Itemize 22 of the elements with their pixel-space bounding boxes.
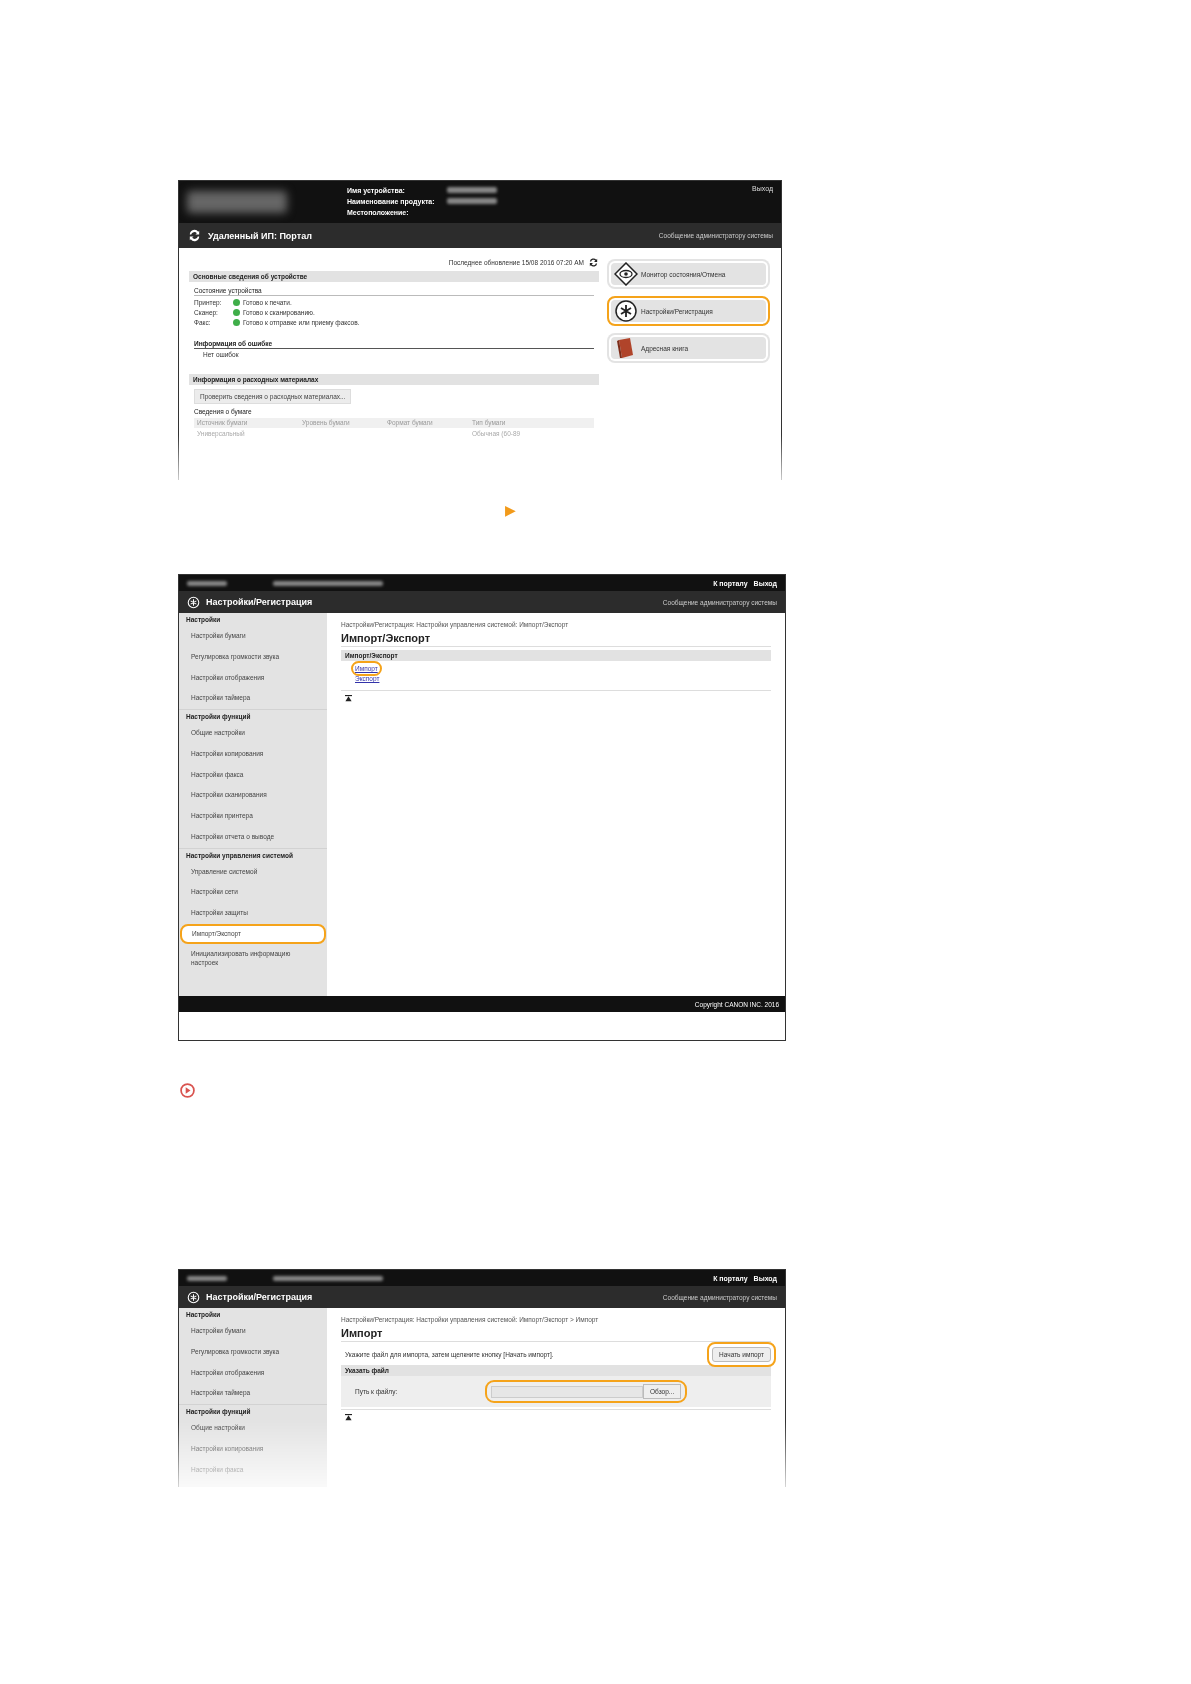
sync-icon <box>187 228 202 243</box>
file-path-field[interactable] <box>491 1385 643 1398</box>
status-dot <box>233 319 240 326</box>
play-circle-icon <box>180 1083 195 1098</box>
redacted-value <box>187 580 227 586</box>
redacted-value <box>447 198 497 204</box>
redacted-value <box>187 1275 227 1281</box>
page-title: Импорт/Экспорт <box>341 632 771 647</box>
refresh-icon[interactable] <box>588 257 599 268</box>
scroll-to-top-icon[interactable] <box>345 1414 352 1421</box>
step-arrow: ▶ <box>505 502 516 518</box>
status-dot <box>233 309 240 316</box>
page-header-title: Настройки/Регистрация <box>206 1292 313 1302</box>
asterisk-circle-icon <box>187 595 200 609</box>
page-header-title: Настройки/Регистрация <box>206 597 313 607</box>
scroll-to-top-icon[interactable] <box>345 695 352 702</box>
page-header-title: Удаленный ИП: Портал <box>208 230 312 241</box>
eye-icon <box>614 262 638 286</box>
redacted-value <box>447 187 497 193</box>
status-dot <box>233 299 240 306</box>
asterisk-circle-icon <box>187 1290 200 1304</box>
asterisk-circle-icon <box>614 299 638 323</box>
